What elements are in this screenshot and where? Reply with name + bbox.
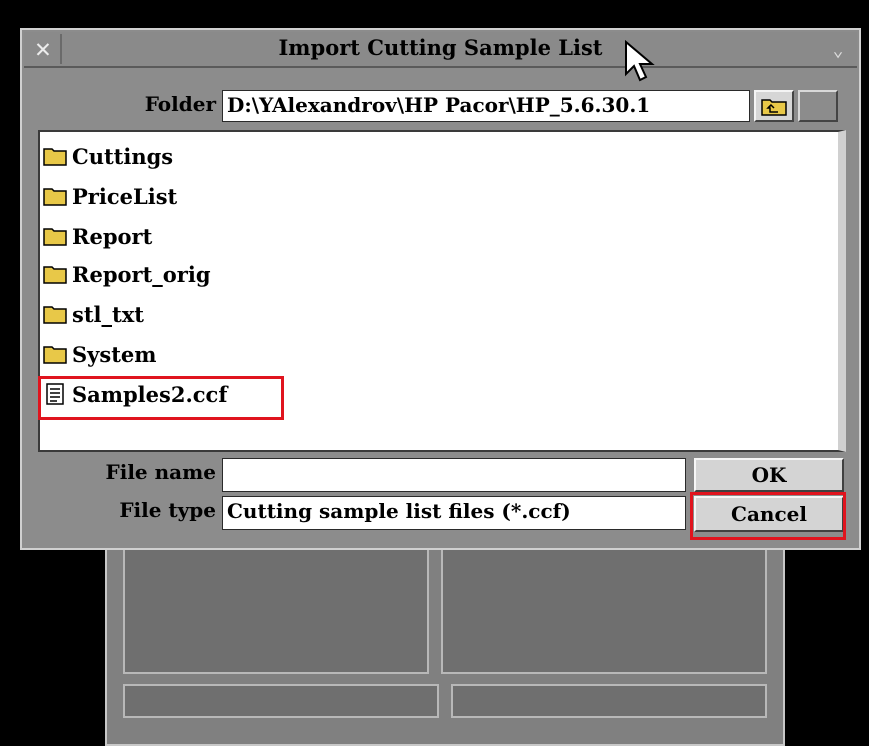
dialog-title: Import Cutting Sample List — [278, 35, 603, 60]
file-name-label: File name — [105, 460, 216, 484]
file-type-select[interactable]: Cutting sample list files (*.ccf) — [222, 496, 686, 530]
list-item[interactable]: Cuttings — [42, 138, 173, 174]
folder-icon — [42, 263, 68, 285]
list-item-label: Samples2.ccf — [72, 381, 228, 407]
list-item[interactable]: System — [42, 336, 156, 372]
file-list[interactable]: Cuttings PriceList Report Report_orig st… — [38, 130, 846, 452]
folder-path-field[interactable]: D:\YAlexandrov\HP Pacor\HP_5.6.30.1 — [222, 90, 750, 122]
title-bar[interactable]: ✕ Import Cutting Sample List ⌄ — [24, 32, 857, 68]
background-panel-left — [123, 544, 429, 674]
list-item[interactable]: Samples2.ccf — [42, 376, 227, 412]
folder-icon — [42, 303, 68, 325]
file-name-input[interactable] — [222, 458, 686, 492]
background-field-left — [123, 684, 439, 718]
folder-icon — [42, 343, 68, 365]
list-item-label: Report — [72, 223, 153, 249]
list-item[interactable]: PriceList — [42, 178, 177, 214]
cancel-button[interactable]: Cancel — [694, 496, 844, 532]
folder-up-icon — [761, 99, 787, 116]
folder-up-button[interactable] — [754, 90, 794, 122]
list-item-label: Cuttings — [72, 143, 174, 169]
list-item[interactable]: Report_orig — [42, 256, 211, 292]
background-window — [105, 520, 785, 746]
background-panel-right — [441, 544, 767, 674]
cursor-icon — [625, 40, 655, 82]
list-item[interactable]: Report — [42, 218, 152, 254]
chevron-down-icon[interactable]: ⌄ — [825, 38, 851, 62]
list-item-label: PriceList — [72, 183, 178, 209]
ok-button[interactable]: OK — [694, 458, 844, 492]
file-type-label: File type — [119, 498, 216, 522]
list-item[interactable]: stl_txt — [42, 296, 144, 332]
folder-icon — [42, 145, 68, 167]
list-item-label: stl_txt — [72, 301, 144, 327]
background-field-right — [451, 684, 767, 718]
folder-icon — [42, 185, 68, 207]
view-button[interactable] — [798, 90, 838, 122]
document-icon — [42, 383, 68, 405]
import-dialog: ✕ Import Cutting Sample List ⌄ Folder D:… — [20, 28, 861, 550]
list-item-label: Report_orig — [72, 261, 211, 287]
folder-label: Folder — [144, 92, 216, 116]
folder-icon — [42, 225, 68, 247]
list-item-label: System — [72, 341, 157, 367]
